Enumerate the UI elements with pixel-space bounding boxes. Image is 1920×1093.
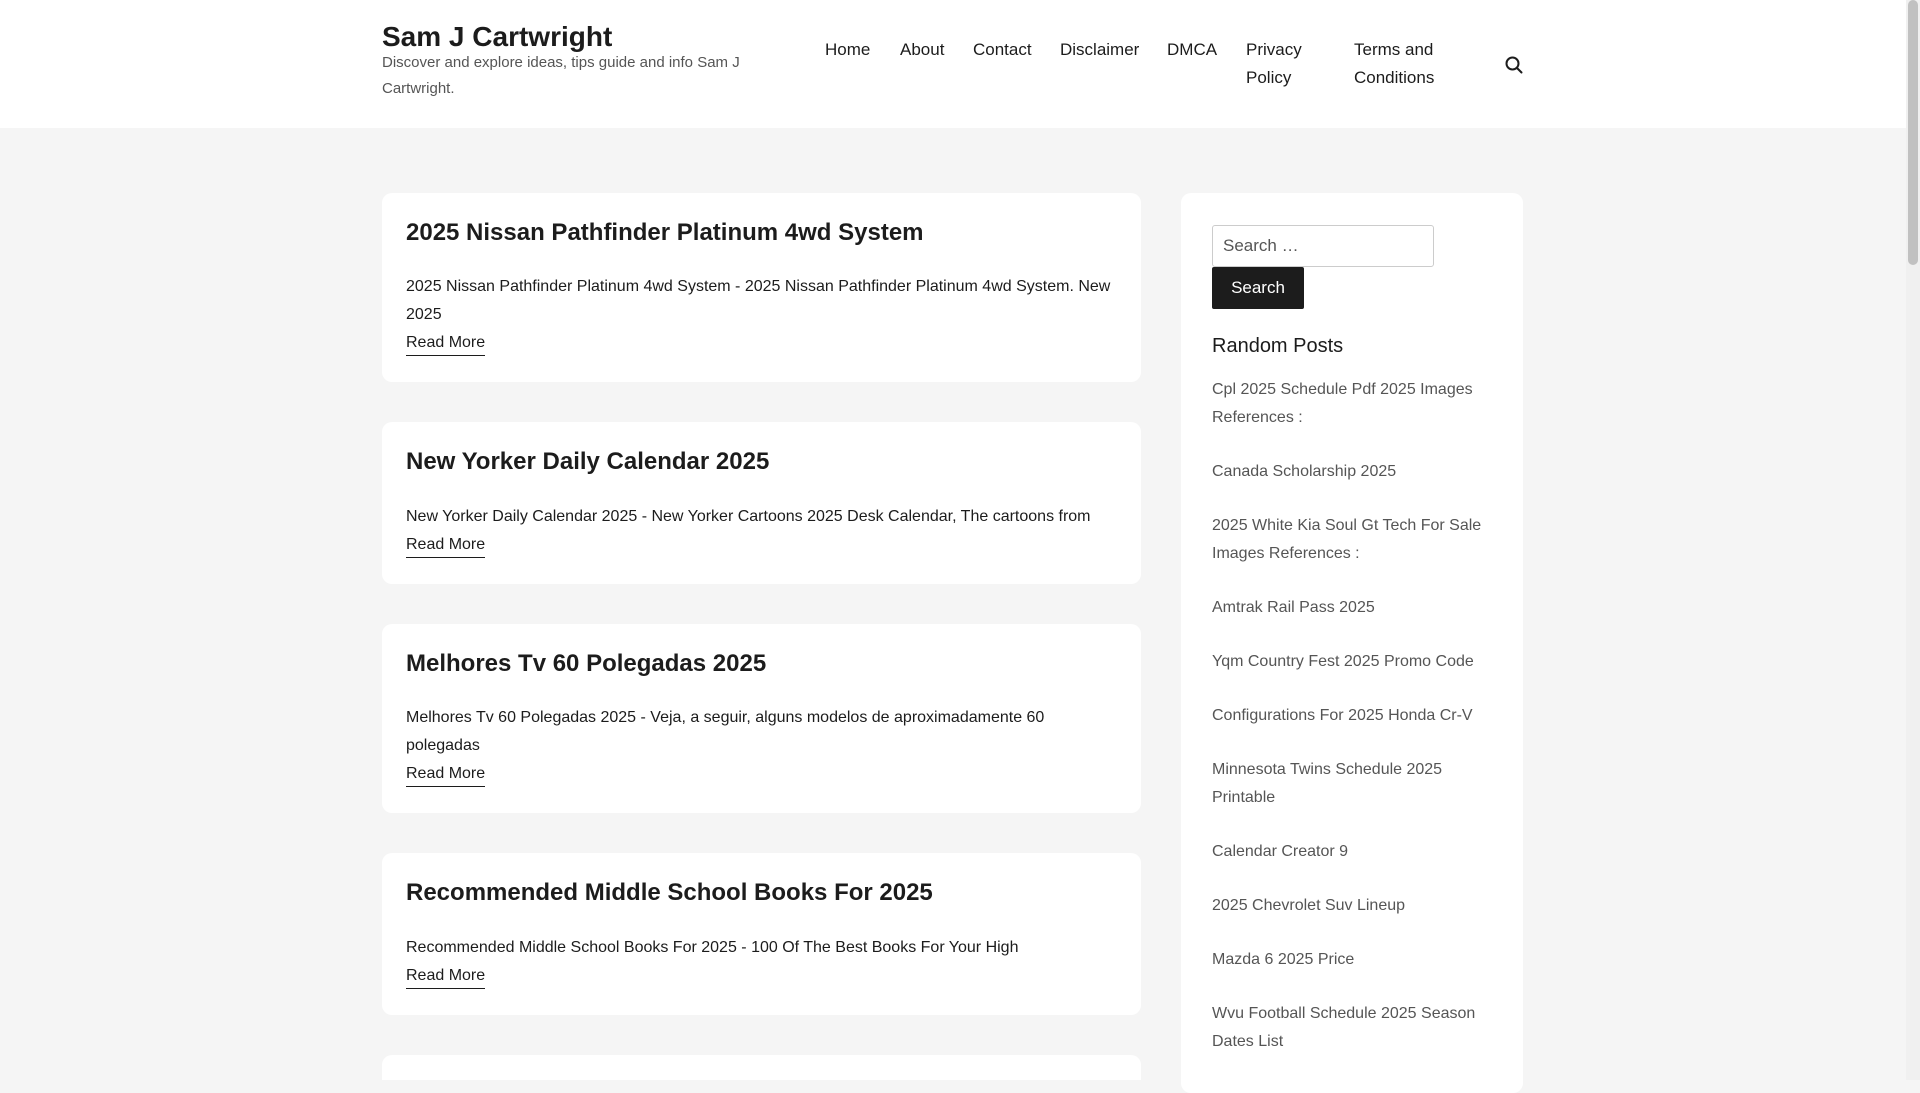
nav-item-disclaimer[interactable]: Disclaimer bbox=[1060, 36, 1139, 64]
nav-item-privacy-policy[interactable]: Privacy Policy bbox=[1246, 36, 1336, 92]
post-card: New Yorker Daily Calendar 2025 New Yorke… bbox=[382, 422, 1141, 584]
nav-item-contact[interactable]: Contact bbox=[973, 36, 1032, 64]
post-card: Recommended Middle School Books For 2025… bbox=[382, 853, 1141, 1015]
random-post-link[interactable]: Amtrak Rail Pass 2025 bbox=[1212, 594, 1502, 622]
post-title[interactable]: New Yorker Daily Calendar 2025 bbox=[406, 446, 769, 478]
page-scrollbar[interactable] bbox=[1906, 0, 1920, 1080]
read-more-link[interactable]: Read More bbox=[406, 964, 486, 989]
nav-item-terms-and-conditions[interactable]: Terms and Conditions bbox=[1354, 36, 1454, 92]
search-input[interactable] bbox=[1212, 225, 1434, 267]
scrollbar-thumb[interactable] bbox=[1908, 0, 1918, 265]
sidebar: Search Random Posts Cpl 2025 Schedule Pd… bbox=[1181, 193, 1523, 1093]
read-more-link[interactable]: Read More bbox=[406, 762, 486, 787]
nav-item-about[interactable]: About bbox=[900, 36, 944, 64]
random-post-link[interactable]: Configurations For 2025 Honda Cr-V bbox=[1212, 702, 1502, 730]
read-more-link[interactable]: Read More bbox=[406, 533, 486, 558]
nav-item-dmca[interactable]: DMCA bbox=[1167, 36, 1217, 64]
site-description: Discover and explore ideas, tips guide a… bbox=[382, 54, 740, 97]
post-card bbox=[382, 1055, 1141, 1080]
random-post-link[interactable]: 2025 Chevrolet Suv Lineup bbox=[1212, 892, 1502, 920]
site-header: Sam J Cartwright Discover and explore id… bbox=[0, 0, 1906, 128]
random-post-link[interactable]: Mazda 6 2025 Price bbox=[1212, 946, 1502, 974]
read-more-link[interactable]: Read More bbox=[406, 331, 486, 356]
post-card: Melhores Tv 60 Polegadas 2025 Melhores T… bbox=[382, 624, 1141, 813]
random-post-link[interactable]: Wvu Football Schedule 2025 Season Dates … bbox=[1212, 1000, 1502, 1056]
random-post-link[interactable]: 2025 White Kia Soul Gt Tech For Sale Ima… bbox=[1212, 512, 1502, 568]
search-icon[interactable] bbox=[1503, 54, 1525, 76]
random-post-link[interactable]: Cpl 2025 Schedule Pdf 2025 Images Refere… bbox=[1212, 376, 1502, 432]
post-card: 2025 Nissan Pathfinder Platinum 4wd Syst… bbox=[382, 193, 1141, 382]
search-icon-glyph bbox=[1505, 56, 1523, 74]
random-post-link[interactable]: Yqm Country Fest 2025 Promo Code bbox=[1212, 648, 1502, 676]
post-excerpt: Recommended Middle School Books For 2025… bbox=[406, 939, 1019, 956]
post-title[interactable]: Recommended Middle School Books For 2025 bbox=[406, 877, 933, 909]
nav-item-home[interactable]: Home bbox=[825, 36, 870, 64]
random-post-link[interactable]: Calendar Creator 9 bbox=[1212, 838, 1502, 866]
random-post-link[interactable]: Canada Scholarship 2025 bbox=[1212, 458, 1502, 486]
post-title[interactable]: Melhores Tv 60 Polegadas 2025 bbox=[406, 648, 766, 680]
random-post-link[interactable]: Minnesota Twins Schedule 2025 Printable bbox=[1212, 756, 1502, 812]
post-excerpt: Melhores Tv 60 Polegadas 2025 - Veja, a … bbox=[406, 709, 1045, 754]
search-button[interactable]: Search bbox=[1212, 267, 1304, 309]
post-title[interactable]: 2025 Nissan Pathfinder Platinum 4wd Syst… bbox=[406, 217, 924, 249]
random-posts-title: Random Posts bbox=[1212, 335, 1344, 357]
post-excerpt: New Yorker Daily Calendar 2025 - New Yor… bbox=[406, 508, 1091, 525]
post-excerpt: 2025 Nissan Pathfinder Platinum 4wd Syst… bbox=[406, 278, 1111, 323]
